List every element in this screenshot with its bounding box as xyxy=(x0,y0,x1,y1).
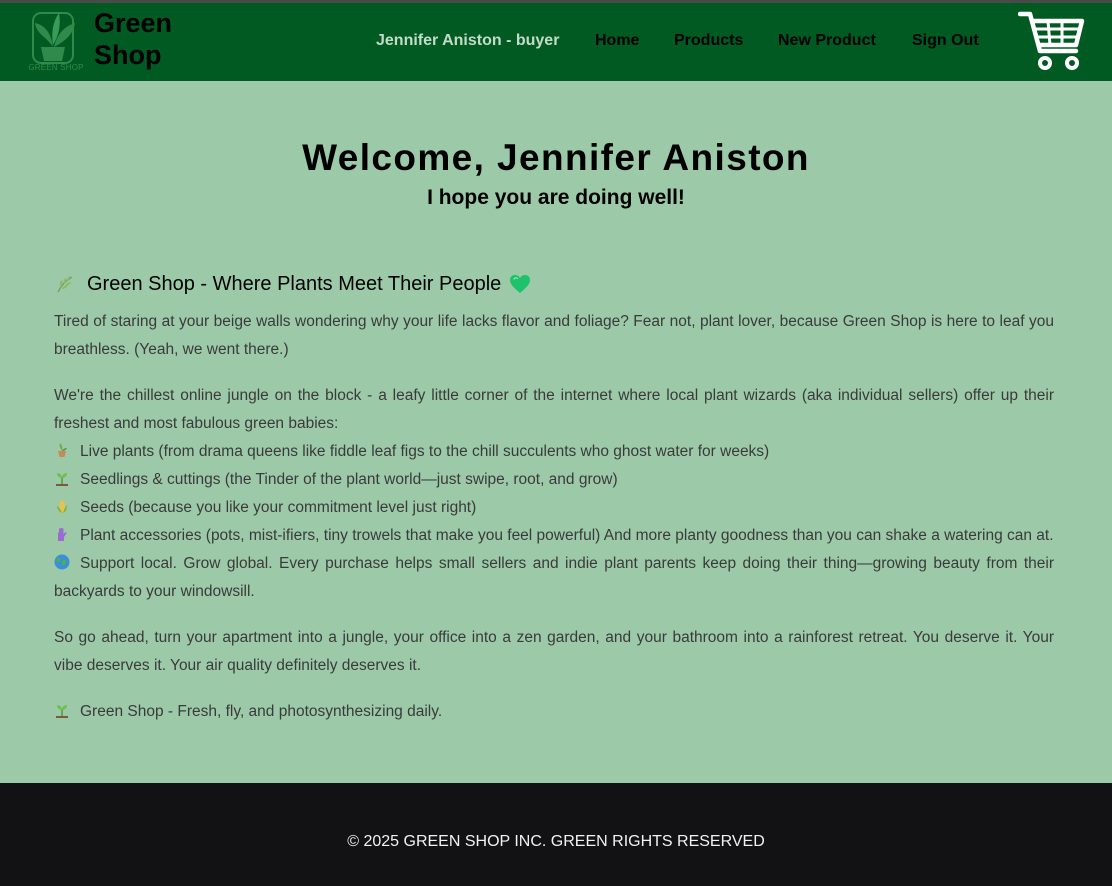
seedling-icon xyxy=(56,705,68,718)
brand-name[interactable]: Green Shop xyxy=(94,7,172,71)
list-item: Plant accessories (pots, mist-ifiers, ti… xyxy=(54,522,1054,550)
about-title-text: Green Shop - Where Plants Meet Their Peo… xyxy=(87,272,502,295)
list-item-text: Plant accessories (pots, mist-ifiers, ti… xyxy=(80,527,1054,544)
nav-products-link[interactable]: Products xyxy=(674,32,743,50)
shopping-cart-icon[interactable] xyxy=(1017,9,1086,73)
about-title: Green Shop - Where Plants Meet Their Peo… xyxy=(54,270,1054,298)
green-heart-icon xyxy=(509,274,531,294)
seedling-icon xyxy=(56,473,68,486)
list-item-text: Seeds (because you like your commitment … xyxy=(80,499,477,516)
about-offer: We're the chillest online jungle on the … xyxy=(54,382,1054,606)
welcome-section: Welcome, Jennifer Aniston I hope you are… xyxy=(0,138,1112,210)
tagline-text: Green Shop - Fresh, fly, and photosynthe… xyxy=(80,703,443,720)
about-tagline: Green Shop - Fresh, fly, and photosynthe… xyxy=(54,698,1054,726)
list-item: Seeds (because you like your commitment … xyxy=(54,494,1054,522)
list-item: Seedlings & cuttings (the Tinder of the … xyxy=(54,466,1054,494)
logo-caption: GREEN SHOP xyxy=(28,63,84,72)
gardening-glove-icon xyxy=(58,527,67,541)
plant-logo-icon xyxy=(32,12,75,64)
user-role-label: Jennifer Aniston - buyer xyxy=(376,32,560,49)
nav-home-link[interactable]: Home xyxy=(595,32,639,50)
list-item-text: Support local. Grow global. Every purcha… xyxy=(54,555,1054,600)
list-item-text: Seedlings & cuttings (the Tinder of the … xyxy=(80,471,618,488)
about-intro: Tired of staring at your beige walls won… xyxy=(54,313,1054,358)
navbar: GREEN SHOP Green Shop Jennifer Aniston -… xyxy=(0,3,1112,81)
list-item: Support local. Grow global. Every purcha… xyxy=(54,550,1054,606)
list-item-text: Live plants (from drama queens like fidd… xyxy=(80,443,770,460)
globe-icon xyxy=(54,554,70,570)
list-item: Live plants (from drama queens like fidd… xyxy=(54,438,1054,466)
about-outro: So go ahead, turn your apartment into a … xyxy=(54,629,1054,674)
logo[interactable]: GREEN SHOP xyxy=(27,7,85,73)
nav-sign-out-link[interactable]: Sign Out xyxy=(912,32,979,50)
nav-new-product-link[interactable]: New Product xyxy=(778,32,876,50)
welcome-title: Welcome, Jennifer Aniston xyxy=(302,137,810,178)
herb-icon xyxy=(54,274,76,294)
brand-line-2: Shop xyxy=(94,40,162,70)
about-section: Green Shop - Where Plants Meet Their Peo… xyxy=(54,270,1054,726)
potted-plant-icon xyxy=(58,443,67,457)
brand-line-1: Green xyxy=(94,8,173,38)
footer: © 2025 GREEN SHOP INC. GREEN RIGHTS RESE… xyxy=(0,783,1112,886)
corn-seed-icon xyxy=(57,500,67,513)
welcome-subtitle: I hope you are doing well! xyxy=(427,186,685,209)
copyright-text: © 2025 GREEN SHOP INC. GREEN RIGHTS RESE… xyxy=(347,833,765,850)
offer-intro: We're the chillest online jungle on the … xyxy=(54,387,1054,432)
